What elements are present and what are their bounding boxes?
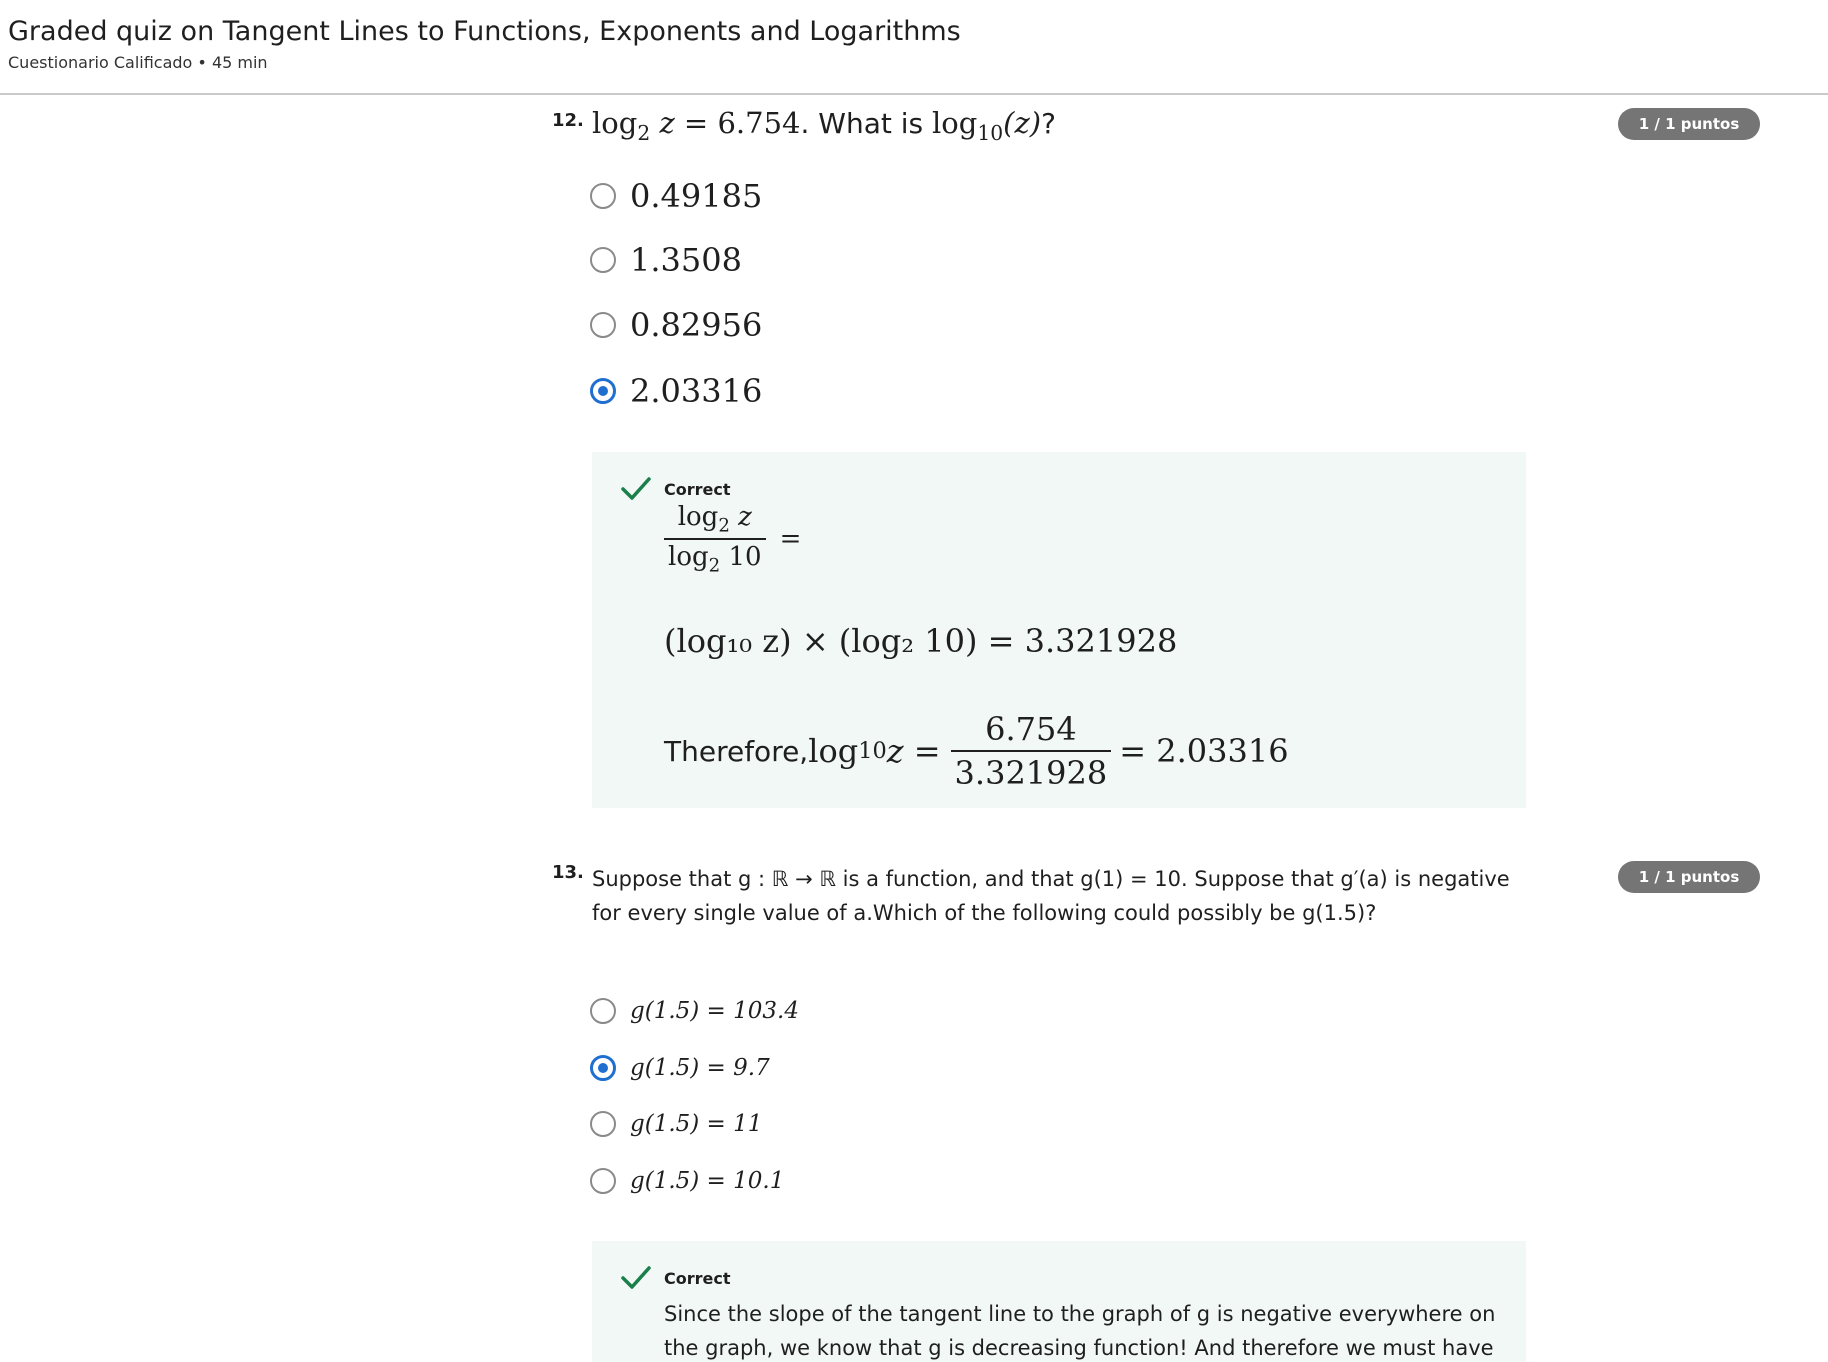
feedback-text: Since the slope of the tangent line to t…: [664, 1302, 1496, 1360]
feedback-panel: Correct log2 z log2 10 = (log₁₀ z) × (lo…: [592, 452, 1526, 808]
radio-button-selected[interactable]: [590, 378, 616, 404]
score-badge: 1 / 1 puntos: [1618, 861, 1760, 893]
feedback-fraction: log2 z log2 10 =: [664, 502, 801, 577]
question-text: log2 z = 6.754. What is log10(z)?: [592, 106, 1056, 146]
option-label: g(1.5) = 103.4: [630, 998, 799, 1024]
radio-button[interactable]: [590, 998, 616, 1024]
feedback-conclusion: Therefore, log 10 z = 6.754 3.321928 = 2.…: [664, 710, 1289, 792]
radio-button-selected[interactable]: [590, 1055, 616, 1081]
check-icon: [621, 1266, 651, 1289]
option-label: g(1.5) = 10.1: [630, 1168, 785, 1194]
answer-option[interactable]: 0.49185: [590, 176, 762, 216]
answer-option[interactable]: g(1.5) = 10.1: [590, 1161, 784, 1201]
option-label: 0.82956: [630, 306, 763, 344]
page-subtitle: Cuestionario Calificado • 45 min: [8, 53, 268, 72]
feedback-equation: (log₁₀ z) × (log₂ 10) = 3.321928: [664, 622, 1178, 660]
answer-option[interactable]: g(1.5) = 103.4: [590, 991, 799, 1031]
answer-option[interactable]: 2.03316: [590, 371, 762, 411]
option-label: 0.49185: [630, 177, 763, 215]
radio-button[interactable]: [590, 1168, 616, 1194]
feedback-panel: Correct Since the slope of the tangent l…: [592, 1241, 1526, 1362]
answer-option[interactable]: 0.82956: [590, 305, 762, 345]
answer-option[interactable]: g(1.5) = 11: [590, 1104, 762, 1144]
feedback-status: Correct: [664, 1269, 731, 1288]
radio-button[interactable]: [590, 1111, 616, 1137]
question-number: 12.: [552, 110, 584, 131]
score-badge: 1 / 1 puntos: [1618, 108, 1760, 140]
answer-option[interactable]: 1.3508: [590, 240, 742, 280]
radio-button[interactable]: [590, 247, 616, 273]
feedback-status: Correct: [664, 480, 731, 499]
quiz-header: Graded quiz on Tangent Lines to Function…: [0, 0, 1828, 95]
option-label: 2.03316: [630, 372, 763, 410]
answer-option[interactable]: g(1.5) = 9.7: [590, 1048, 770, 1088]
radio-button[interactable]: [590, 312, 616, 338]
option-label: g(1.5) = 9.7: [630, 1055, 770, 1081]
option-label: g(1.5) = 11: [630, 1111, 763, 1137]
radio-button[interactable]: [590, 183, 616, 209]
check-icon: [621, 477, 651, 500]
page-title: Graded quiz on Tangent Lines to Function…: [8, 16, 961, 47]
question-number: 13.: [552, 862, 584, 883]
question-text: Suppose that g : ℝ → ℝ is a function, an…: [592, 867, 1510, 925]
option-label: 1.3508: [630, 241, 742, 279]
